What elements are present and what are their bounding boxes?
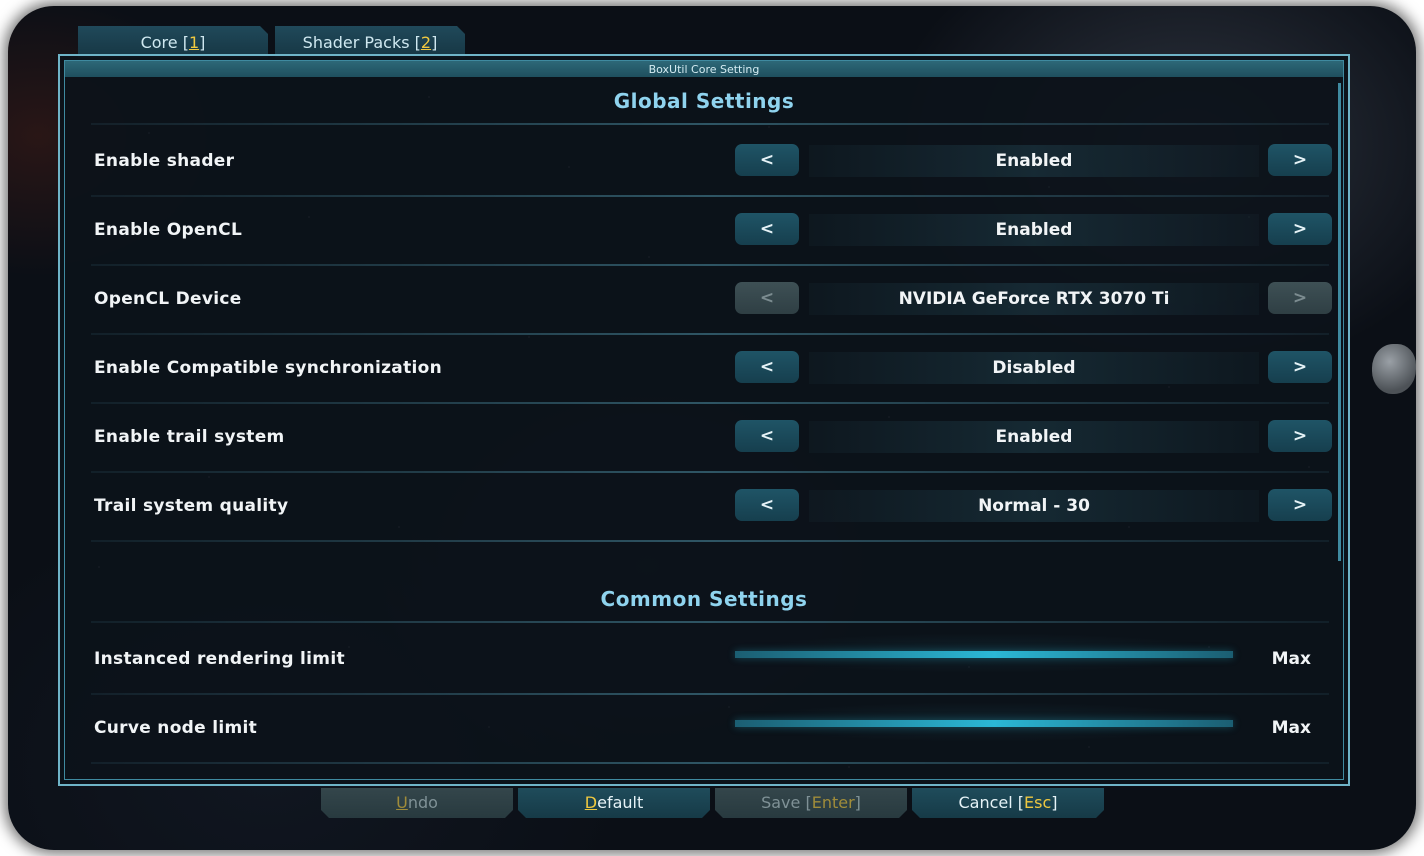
settings-window: BoxUtil Core Setting Global Settings Ena… bbox=[58, 54, 1350, 786]
settings-window-border: BoxUtil Core Setting Global Settings Ena… bbox=[64, 60, 1344, 780]
next-option-button[interactable]: > bbox=[1268, 351, 1332, 383]
tab-shader-packs-suffix: ] bbox=[431, 33, 438, 52]
tab-shader-packs-hotkey: 2 bbox=[420, 33, 432, 52]
prev-option-button[interactable]: < bbox=[735, 420, 799, 452]
setting-value: NVIDIA GeForce RTX 3070 Ti bbox=[809, 283, 1259, 315]
slider-value: Max bbox=[1271, 718, 1311, 738]
row-divider bbox=[91, 762, 1329, 764]
row-divider bbox=[91, 540, 1329, 542]
slider[interactable] bbox=[735, 651, 1233, 658]
section-divider bbox=[91, 123, 1329, 125]
undo-button[interactable]: Undo bbox=[321, 788, 513, 818]
setting-label: Enable trail system bbox=[94, 427, 285, 447]
prev-option-button[interactable]: < bbox=[735, 489, 799, 521]
scrollbar[interactable] bbox=[1338, 83, 1341, 561]
setting-label: Instanced rendering limit bbox=[94, 649, 345, 669]
asteroid-background bbox=[1372, 344, 1416, 394]
cancel-hotkey: Esc bbox=[1024, 793, 1052, 812]
setting-label: Enable Compatible synchronization bbox=[94, 358, 443, 378]
setting-row: Enable Compatible synchronization < Disabl… bbox=[91, 336, 1332, 404]
setting-row: Curve node limit Max bbox=[91, 696, 1329, 764]
prev-option-button[interactable]: < bbox=[735, 144, 799, 176]
tab-core-label: Core [ bbox=[140, 33, 189, 52]
window-title: BoxUtil Core Setting bbox=[65, 61, 1343, 77]
tab-shader-packs-label: Shader Packs [ bbox=[302, 33, 421, 52]
save-hotkey: Enter bbox=[811, 793, 855, 812]
setting-value: Enabled bbox=[809, 214, 1259, 246]
undo-label: ndo bbox=[407, 793, 438, 812]
setting-row: OpenCL Device < NVIDIA GeForce RTX 3070 Ti… bbox=[91, 267, 1332, 335]
save-label: Save [ bbox=[761, 793, 812, 812]
setting-label: Enable OpenCL bbox=[94, 220, 243, 240]
setting-value: Enabled bbox=[809, 421, 1259, 453]
row-divider bbox=[91, 333, 1329, 335]
tab-core-suffix: ] bbox=[199, 33, 206, 52]
undo-hotkey: U bbox=[396, 793, 408, 812]
setting-row: Enable shader < Enabled > bbox=[91, 129, 1332, 197]
setting-label: OpenCL Device bbox=[94, 289, 242, 309]
default-button[interactable]: Default bbox=[518, 788, 710, 818]
cancel-suffix: ] bbox=[1051, 793, 1058, 812]
next-option-button[interactable]: > bbox=[1268, 489, 1332, 521]
section-title-global: Global Settings bbox=[613, 89, 795, 113]
default-label: efault bbox=[597, 793, 644, 812]
prev-option-button[interactable]: < bbox=[735, 282, 799, 314]
save-suffix: ] bbox=[854, 793, 861, 812]
setting-row: Enable OpenCL < Enabled > bbox=[91, 198, 1332, 266]
tab-core-hotkey: 1 bbox=[188, 33, 200, 52]
next-option-button[interactable]: > bbox=[1268, 420, 1332, 452]
setting-value: Enabled bbox=[809, 145, 1259, 177]
next-option-button[interactable]: > bbox=[1268, 144, 1332, 176]
default-hotkey: D bbox=[584, 793, 598, 812]
setting-label: Enable shader bbox=[94, 151, 235, 171]
slider[interactable] bbox=[735, 720, 1233, 727]
row-divider bbox=[91, 693, 1329, 695]
prev-option-button[interactable]: < bbox=[735, 351, 799, 383]
setting-label: Curve node limit bbox=[94, 718, 258, 738]
prev-option-button[interactable]: < bbox=[735, 213, 799, 245]
cancel-label: Cancel [ bbox=[958, 793, 1025, 812]
setting-row: Enable trail system < Enabled > bbox=[91, 405, 1332, 473]
next-option-button[interactable]: > bbox=[1268, 213, 1332, 245]
setting-row: Instanced rendering limit Max bbox=[91, 627, 1329, 695]
slider-value: Max bbox=[1271, 649, 1311, 669]
setting-row: Trail system quality < Normal - 30 > bbox=[91, 474, 1332, 542]
next-option-button[interactable]: > bbox=[1268, 282, 1332, 314]
row-divider bbox=[91, 195, 1329, 197]
cancel-button[interactable]: Cancel [Esc] bbox=[912, 788, 1104, 818]
save-button[interactable]: Save [Enter] bbox=[715, 788, 907, 818]
section-title-common: Common Settings bbox=[600, 587, 808, 611]
setting-label: Trail system quality bbox=[94, 496, 289, 516]
row-divider bbox=[91, 402, 1329, 404]
row-divider bbox=[91, 264, 1329, 266]
setting-value: Disabled bbox=[809, 352, 1259, 384]
row-divider bbox=[91, 471, 1329, 473]
section-divider bbox=[91, 621, 1329, 623]
setting-value: Normal - 30 bbox=[809, 490, 1259, 522]
